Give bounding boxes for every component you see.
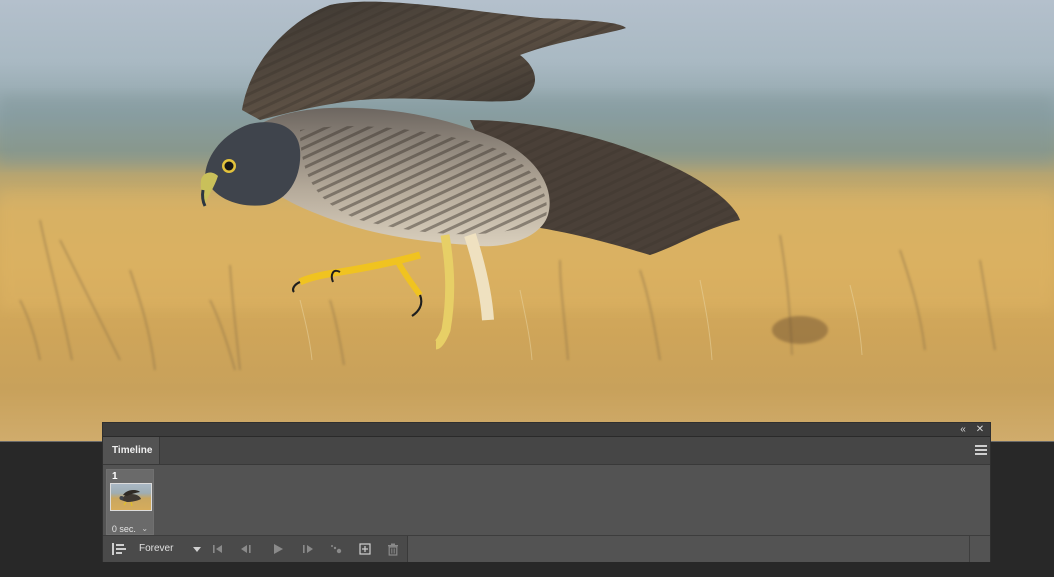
duplicate-frame-icon[interactable]	[355, 540, 375, 558]
loop-options-select[interactable]: Forever	[139, 540, 201, 558]
close-panel-icon[interactable]: ✕	[973, 423, 987, 436]
panel-resize-corner[interactable]	[969, 536, 990, 562]
controls-empty-area	[408, 536, 970, 562]
tab-timeline[interactable]: Timeline	[103, 437, 160, 464]
panel-titlebar[interactable]: « ✕	[103, 423, 990, 437]
first-frame-icon[interactable]	[208, 540, 228, 558]
collapse-panel-icon[interactable]: «	[956, 423, 970, 436]
loop-option-value: Forever	[139, 543, 174, 554]
previous-frame-icon[interactable]	[237, 540, 257, 558]
play-icon[interactable]	[268, 540, 288, 558]
convert-to-video-timeline-icon[interactable]	[109, 540, 129, 558]
frame-thumbnail	[110, 483, 152, 511]
frame-delay-dropdown[interactable]: 0 sec. ⌄	[107, 523, 153, 535]
hamburger-menu-icon[interactable]	[975, 445, 987, 456]
panel-tab-bar: Timeline	[103, 437, 990, 465]
chevron-down-icon: ⌄	[141, 524, 149, 533]
frame-item[interactable]: 1 0 sec. ⌄	[106, 469, 154, 535]
timeline-panel: « ✕ Timeline 1 0 sec. ⌄ Forever	[102, 422, 991, 562]
timeline-controls-bar: Forever	[103, 535, 990, 562]
next-frame-icon[interactable]	[297, 540, 317, 558]
frame-number: 1	[112, 471, 118, 482]
tween-icon[interactable]	[326, 540, 346, 558]
frame-delay-value: 0 sec.	[111, 524, 136, 534]
caret-down-icon	[193, 547, 201, 552]
document-canvas[interactable]	[0, 0, 1054, 442]
frames-area: 1 0 sec. ⌄	[103, 465, 990, 535]
delete-frame-icon[interactable]	[383, 540, 403, 558]
falcon-photo	[0, 1, 1054, 371]
